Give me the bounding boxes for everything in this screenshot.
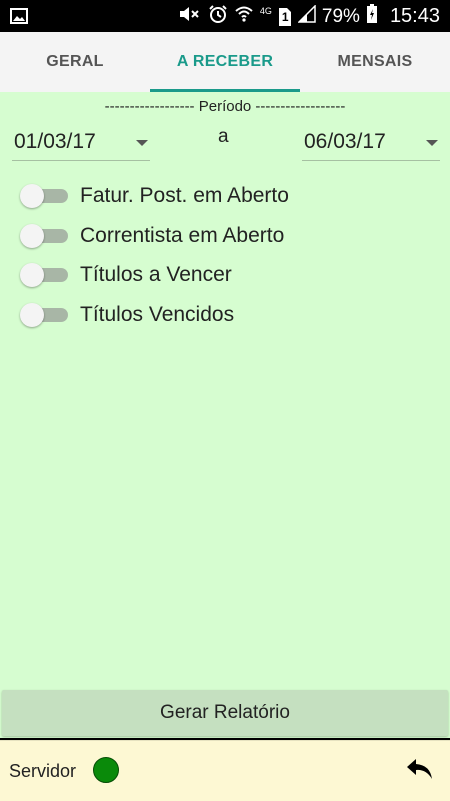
status-bar: 4G 1 79% 15:43	[0, 0, 450, 32]
sim-icon: 1	[278, 7, 292, 27]
signal-icon	[297, 4, 316, 28]
date-from-spinner[interactable]: 01/03/17	[12, 124, 150, 161]
toggle-switch[interactable]	[20, 224, 70, 248]
tab-label: MENSAIS	[337, 53, 413, 70]
generate-report-button[interactable]: Gerar Relatório	[2, 690, 448, 736]
reply-back-icon[interactable]	[406, 757, 434, 781]
server-status-indicator	[93, 757, 119, 783]
toggle-switch[interactable]	[20, 303, 70, 327]
period-title: ------------------ Período -------------…	[104, 98, 346, 115]
alarm-icon	[208, 4, 228, 29]
dropdown-arrow-icon	[426, 140, 438, 146]
filter-label: Títulos a Vencer	[80, 263, 232, 286]
tab-bar: GERAL A RECEBER MENSAIS	[0, 32, 450, 92]
filter-label: Correntista em Aberto	[80, 224, 285, 247]
filter-label: Fatur. Post. em Aberto	[80, 184, 289, 207]
tab-a-receber[interactable]: A RECEBER	[150, 32, 300, 92]
tab-label: GERAL	[46, 53, 104, 70]
toggle-switch[interactable]	[20, 184, 70, 208]
date-to-value: 06/03/17	[304, 130, 386, 153]
date-to-spinner[interactable]: 06/03/17	[302, 124, 440, 161]
filter-titulos-vencidos[interactable]: Títulos Vencidos	[20, 299, 234, 331]
mute-icon	[178, 5, 202, 28]
clock: 15:43	[389, 5, 440, 27]
network-type-label: 4G	[259, 5, 272, 16]
tab-mensais[interactable]: MENSAIS	[300, 32, 450, 92]
date-from-value: 01/03/17	[14, 130, 96, 153]
tab-geral[interactable]: GERAL	[0, 32, 150, 92]
tab-label: A RECEBER	[176, 53, 274, 70]
wifi-icon	[234, 5, 254, 28]
period-separator: a	[218, 126, 229, 147]
filter-titulos-vencer[interactable]: Títulos a Vencer	[20, 259, 232, 291]
report-form: ------------------ Período -------------…	[0, 92, 450, 738]
filter-label: Títulos Vencidos	[80, 303, 235, 326]
toggle-switch[interactable]	[20, 263, 70, 287]
sim-slot-label: 1	[281, 9, 289, 24]
battery-icon	[366, 4, 378, 29]
dropdown-arrow-icon	[136, 140, 148, 146]
image-icon	[10, 7, 28, 30]
footer-bar: Servidor	[0, 740, 450, 801]
battery-percent: 79%	[321, 5, 360, 27]
filter-fatur-post-aberto[interactable]: Fatur. Post. em Aberto	[20, 180, 289, 212]
filter-correntista-aberto[interactable]: Correntista em Aberto	[20, 220, 284, 252]
server-label: Servidor	[9, 761, 77, 781]
